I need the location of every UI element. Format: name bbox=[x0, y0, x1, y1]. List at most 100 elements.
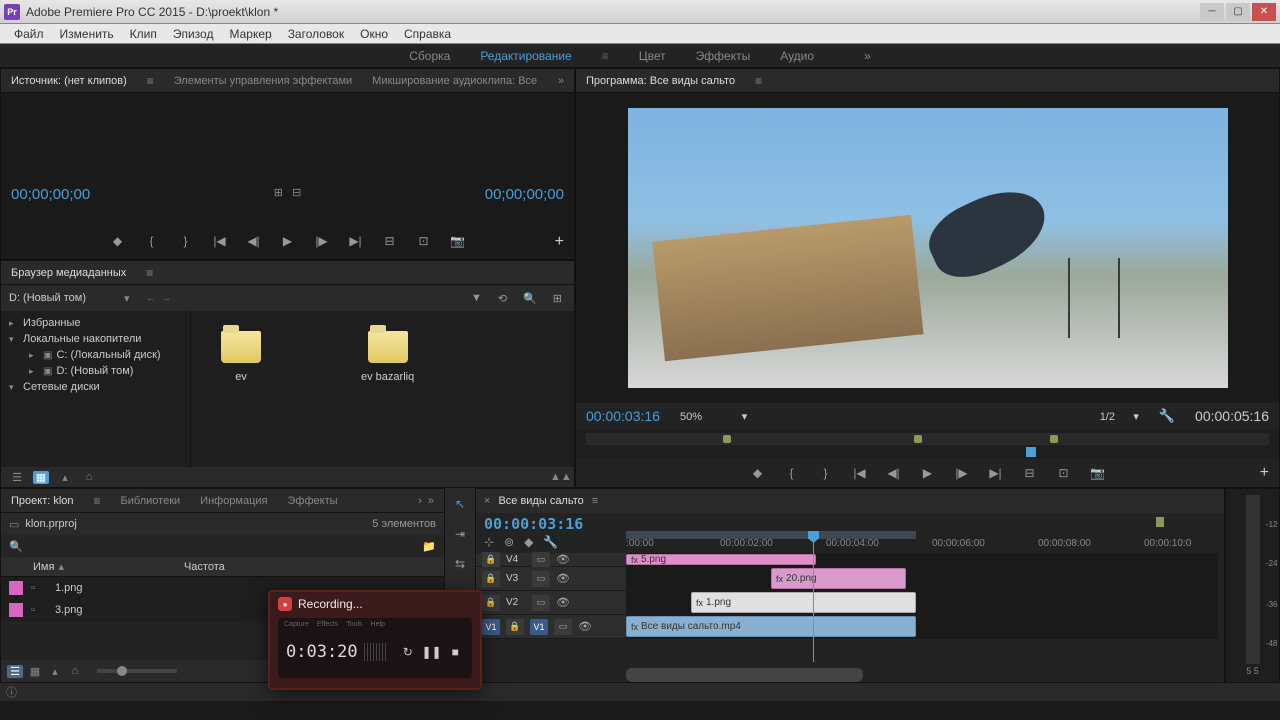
playhead[interactable] bbox=[813, 531, 814, 662]
menu-title[interactable]: Заголовок bbox=[280, 27, 352, 41]
source-timecode-out[interactable]: 00;00;00;00 bbox=[485, 186, 564, 203]
effects-tab[interactable]: Эффекты bbox=[284, 493, 342, 509]
clip[interactable]: fx1.png bbox=[691, 592, 916, 613]
rec-pause-button[interactable]: ❚❚ bbox=[423, 643, 441, 661]
selection-tool[interactable]: ↖ bbox=[450, 494, 470, 514]
folder-ev[interactable]: ev bbox=[201, 321, 281, 457]
goto-in-button[interactable]: |◀ bbox=[850, 463, 870, 483]
menu-marker[interactable]: Маркер bbox=[221, 27, 279, 41]
search-icon[interactable]: 🔍 bbox=[519, 292, 541, 305]
ripple-tool[interactable]: ⇆ bbox=[450, 554, 470, 574]
new-bin-icon[interactable]: 📁 bbox=[422, 540, 436, 553]
lift-button[interactable]: ⊟ bbox=[1020, 463, 1040, 483]
drive-dropdown-icon[interactable]: ▾ bbox=[124, 292, 130, 305]
timeline-scrollbar[interactable] bbox=[626, 668, 1218, 682]
mark-in-button[interactable]: { bbox=[782, 463, 802, 483]
close-sequence-icon[interactable]: × bbox=[484, 495, 490, 507]
menu-file[interactable]: Файл bbox=[6, 27, 52, 41]
step-forward-button[interactable]: |▶ bbox=[312, 231, 332, 251]
track-lock-icon[interactable]: 🔒 bbox=[482, 595, 500, 611]
source-tab-source[interactable]: Источник: (нет клипов) bbox=[7, 73, 131, 89]
tree-favorites[interactable]: ▸Избранные bbox=[5, 315, 186, 331]
play-button[interactable]: ▶ bbox=[918, 463, 938, 483]
track-visibility-icon[interactable]: 👁 bbox=[556, 596, 570, 609]
play-button[interactable]: ▶ bbox=[278, 231, 298, 251]
icon-view-icon[interactable]: ▦ bbox=[27, 665, 43, 678]
home-icon[interactable]: ⌂ bbox=[81, 471, 97, 483]
step-back-button[interactable]: ◀| bbox=[244, 231, 264, 251]
workspace-editing[interactable]: Редактирование bbox=[480, 49, 571, 63]
program-monitor[interactable] bbox=[628, 108, 1228, 388]
tree-drive-d[interactable]: ▸▣D: (Новый том) bbox=[5, 363, 186, 379]
project-menu-icon[interactable]: ≡ bbox=[90, 492, 105, 510]
media-browser-tab[interactable]: Браузер медиаданных bbox=[7, 265, 130, 281]
list-view-icon[interactable]: ☰ bbox=[7, 665, 23, 678]
workspace-color[interactable]: Цвет bbox=[639, 49, 666, 63]
source-timecode-in[interactable]: 00;00;00;00 bbox=[11, 186, 90, 203]
step-forward-button[interactable]: |▶ bbox=[952, 463, 972, 483]
track-select-tool[interactable]: ⇥ bbox=[450, 524, 470, 544]
project-tabs-overflow-icon[interactable]: › » bbox=[414, 493, 438, 509]
refresh-icon[interactable]: ⟲ bbox=[494, 292, 511, 305]
track-target-v1[interactable]: V1 bbox=[530, 619, 548, 635]
workspace-effects[interactable]: Эффекты bbox=[696, 49, 751, 63]
clip[interactable]: fx5.png bbox=[626, 554, 816, 565]
add-marker-icon[interactable]: ◆ bbox=[524, 535, 533, 549]
drive-select[interactable]: D: (Новый том) bbox=[9, 292, 86, 304]
maximize-button[interactable]: ▢ bbox=[1226, 3, 1250, 21]
goto-out-button[interactable]: ▶| bbox=[986, 463, 1006, 483]
program-scrubber[interactable] bbox=[576, 429, 1279, 459]
column-name[interactable]: Имя bbox=[9, 561, 54, 573]
nav-back-icon[interactable]: ← bbox=[146, 292, 157, 304]
mark-in-icon[interactable]: { bbox=[142, 231, 162, 251]
track-lock-icon[interactable]: 🔒 bbox=[482, 552, 500, 568]
zoom-select[interactable]: 50% ▾ bbox=[680, 410, 747, 423]
resolution-select[interactable]: 1/2 ▾ bbox=[1100, 410, 1139, 423]
program-timecode[interactable]: 00:00:03:16 bbox=[586, 408, 660, 424]
recording-window[interactable]: ● Recording... CaptureEffectsToolsHelp 0… bbox=[268, 590, 482, 690]
overwrite-button[interactable]: ⊡ bbox=[414, 231, 434, 251]
workspace-audio[interactable]: Аудио bbox=[780, 49, 814, 63]
timeline-timecode[interactable]: 00:00:03:16 bbox=[484, 515, 583, 533]
settings-icon[interactable]: 🔧 bbox=[1159, 408, 1175, 424]
folder-ev-bazarliq[interactable]: ev bazarliq bbox=[341, 321, 434, 457]
menu-help[interactable]: Справка bbox=[396, 27, 459, 41]
ingest-icon[interactable]: ⊞ bbox=[549, 292, 566, 305]
extract-button[interactable]: ⊡ bbox=[1054, 463, 1074, 483]
source-tabs-overflow-icon[interactable]: » bbox=[554, 73, 568, 89]
rec-stop-button[interactable]: ■ bbox=[447, 643, 465, 661]
track-toggle-icon[interactable]: ▭ bbox=[532, 595, 550, 611]
sort-asc-icon[interactable]: ▴ bbox=[58, 560, 64, 573]
track-visibility-icon[interactable]: 👁 bbox=[556, 572, 570, 585]
track-visibility-icon[interactable]: 👁 bbox=[556, 553, 570, 566]
timeline-menu-icon[interactable]: ≡ bbox=[592, 495, 598, 507]
menu-window[interactable]: Окно bbox=[352, 27, 396, 41]
sort-up-icon[interactable]: ▴ bbox=[57, 471, 73, 484]
filter-icon[interactable]: ▼ bbox=[467, 292, 486, 304]
zoom-slider-icon[interactable]: ▲▲ bbox=[550, 471, 566, 483]
track-toggle-icon[interactable]: ▭ bbox=[532, 552, 550, 568]
source-tab-effect-controls[interactable]: Элементы управления эффектами bbox=[170, 73, 356, 89]
goto-in-button[interactable]: |◀ bbox=[210, 231, 230, 251]
add-marker-button[interactable]: ◆ bbox=[748, 463, 768, 483]
tree-drive-c[interactable]: ▸▣C: (Локальный диск) bbox=[5, 347, 186, 363]
program-tab[interactable]: Программа: Все виды сальто bbox=[582, 73, 739, 89]
clip[interactable]: fx20.png bbox=[771, 568, 906, 589]
source-tab-audio-mixer[interactable]: Микширование аудиоклипа: Все bbox=[368, 73, 541, 89]
goto-out-button[interactable]: ▶| bbox=[346, 231, 366, 251]
snap-icon[interactable]: ⊹ bbox=[484, 535, 494, 549]
libraries-tab[interactable]: Библиотеки bbox=[117, 493, 185, 509]
track-lock-icon[interactable]: 🔒 bbox=[482, 571, 500, 587]
mark-out-button[interactable]: } bbox=[816, 463, 836, 483]
mark-in-button[interactable]: ◆ bbox=[108, 231, 128, 251]
track-toggle-icon[interactable]: ▭ bbox=[554, 619, 572, 635]
tree-local-drives[interactable]: ▾Локальные накопители bbox=[5, 331, 186, 347]
clip[interactable]: fxВсе виды сальто.mp4 bbox=[626, 616, 916, 637]
list-view-icon[interactable]: ☰ bbox=[9, 471, 25, 484]
track-lock-icon[interactable]: 🔒 bbox=[506, 619, 524, 635]
tree-network[interactable]: ▾Сетевые диски bbox=[5, 379, 186, 395]
track-visibility-icon[interactable]: 👁 bbox=[578, 620, 592, 633]
thumb-view-icon[interactable]: ▦ bbox=[33, 471, 49, 484]
program-button-editor-icon[interactable]: + bbox=[1260, 464, 1269, 482]
timeline-settings-icon[interactable]: 🔧 bbox=[543, 535, 558, 549]
